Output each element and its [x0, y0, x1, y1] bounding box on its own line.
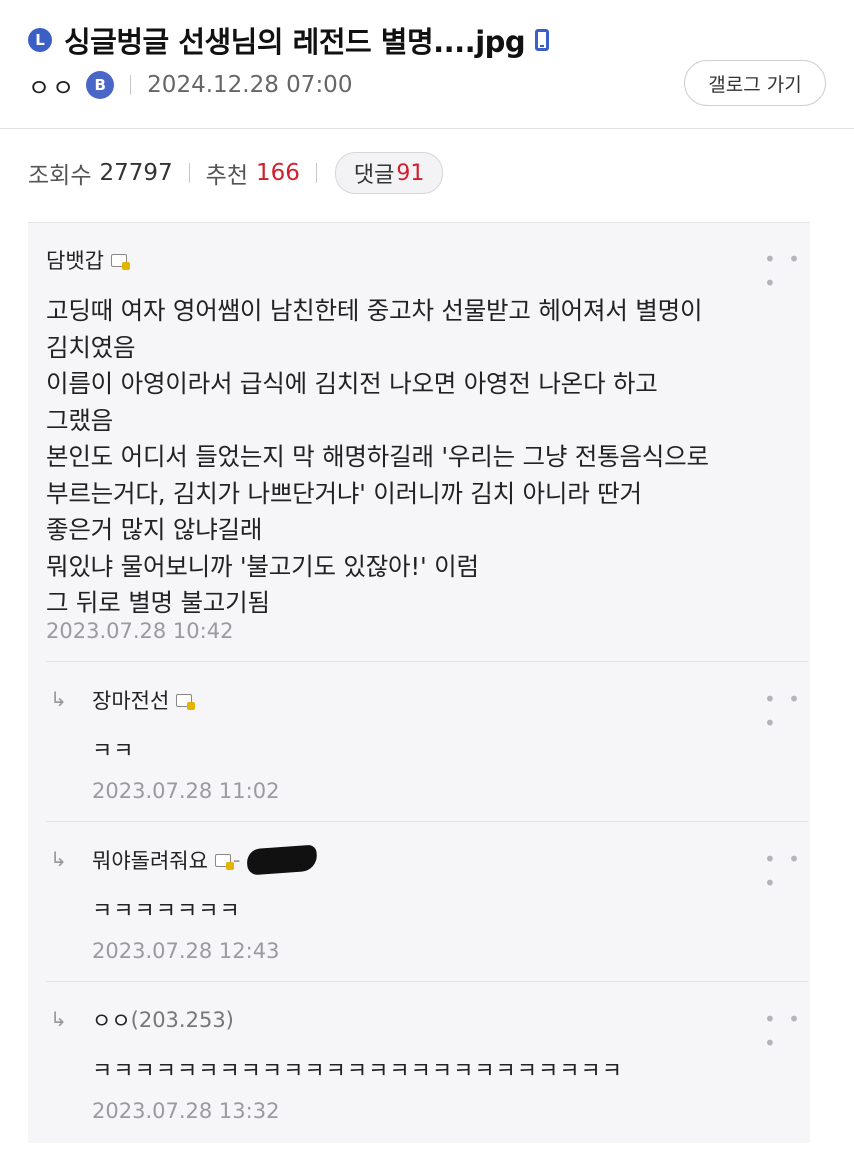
post-header: L 싱글벙글 선생님의 레전드 별명....jpg ㅇㅇ B 2024.12.2… [0, 0, 854, 129]
post-title: 싱글벙글 선생님의 레전드 별명....jpg [64, 25, 526, 59]
divider [46, 981, 808, 982]
comment-item: 담뱃갑 • • • 고딩때 여자 영어쌤이 남친한테 중고차 선물받고 헤어져서… [28, 223, 810, 663]
views-count: 27797 [99, 160, 173, 186]
more-icon[interactable]: • • • [764, 1007, 810, 1055]
reply-nick[interactable]: 뭐야돌려줘요 - [92, 844, 318, 876]
nick-ip: (203.253) [130, 1008, 234, 1032]
nick-dash: - [232, 848, 241, 872]
comments-button[interactable]: 댓글 91 [334, 152, 444, 194]
reply-text: ㅋㅋ [92, 739, 135, 764]
reply-arrow-icon: ↳ [50, 847, 67, 871]
level-icon [214, 853, 234, 870]
comments-label: 댓글 [353, 163, 395, 188]
title-row: L 싱글벙글 선생님의 레전드 별명....jpg [28, 20, 550, 60]
views-label: 조회수 [28, 163, 92, 189]
post-stats: 조회수 27797 추천 166 댓글 91 [28, 152, 444, 194]
post-author[interactable]: ㅇㅇ [28, 68, 76, 103]
reply-arrow-icon: ↳ [50, 687, 67, 711]
reply-item: ↳ 뭐야돌려줘요 - • • • ㅋㅋㅋㅋㅋㅋㅋ 2023.07.28 12:4… [28, 823, 810, 983]
reply-text: ㅋㅋㅋㅋㅋㅋㅋ [92, 899, 241, 924]
more-icon[interactable]: • • • [764, 247, 810, 295]
level-icon [110, 253, 130, 270]
nick-text: 장마전선 [92, 689, 170, 713]
reply-item: ↳ ㅇㅇ (203.253) • • • ㅋㅋㅋㅋㅋㅋㅋㅋㅋㅋㅋㅋㅋㅋㅋㅋㅋㅋㅋ… [28, 983, 810, 1143]
nick-text: ㅇㅇ [92, 1009, 131, 1033]
nick-text: 담뱃갑 [46, 249, 104, 273]
reply-date: 2023.07.28 12:43 [92, 939, 280, 963]
comment-list: 담뱃갑 • • • 고딩때 여자 영어쌤이 남친한테 중고차 선물받고 헤어져서… [28, 222, 810, 1143]
reply-text: ㅋㅋㅋㅋㅋㅋㅋㅋㅋㅋㅋㅋㅋㅋㅋㅋㅋㅋㅋㅋㅋㅋㅋㅋㅋ [92, 1059, 624, 1084]
reply-date: 2023.07.28 13:32 [92, 1099, 280, 1123]
l-badge-icon: L [28, 28, 52, 52]
phone-icon [535, 29, 550, 51]
b-badge-icon: B [86, 71, 115, 99]
recommend-count: 166 [255, 160, 300, 186]
divider [315, 163, 317, 183]
reply-nick[interactable]: ㅇㅇ (203.253) [92, 1005, 234, 1035]
divider [46, 661, 808, 662]
divider [46, 821, 808, 822]
post-date: 2024.12.28 07:00 [147, 72, 353, 98]
reply-date: 2023.07.28 11:02 [92, 779, 280, 803]
comment-date: 2023.07.28 10:42 [46, 619, 234, 643]
divider [130, 75, 132, 95]
recommend-label: 추천 [205, 163, 248, 189]
gallog-button[interactable]: 갤로그 가기 [684, 60, 826, 106]
nick-text: 뭐야돌려줘요 [92, 849, 208, 873]
redaction-mark [245, 844, 318, 876]
level-icon [176, 693, 196, 710]
comment-nick[interactable]: 담뱃갑 [46, 245, 130, 275]
reply-arrow-icon: ↳ [50, 1007, 67, 1031]
post-meta: ㅇㅇ B 2024.12.28 07:00 [28, 66, 352, 104]
reply-nick[interactable]: 장마전선 [92, 685, 196, 715]
more-icon[interactable]: • • • [764, 687, 810, 735]
more-icon[interactable]: • • • [764, 847, 810, 895]
comments-count: 91 [396, 160, 425, 186]
comment-text: 고딩때 여자 영어쌤이 남친한테 중고차 선물받고 헤어져서 별명이 김치였음 … [46, 296, 709, 617]
divider [188, 163, 190, 183]
reply-item: ↳ 장마전선 • • • ㅋㅋ 2023.07.28 11:02 [28, 663, 810, 823]
